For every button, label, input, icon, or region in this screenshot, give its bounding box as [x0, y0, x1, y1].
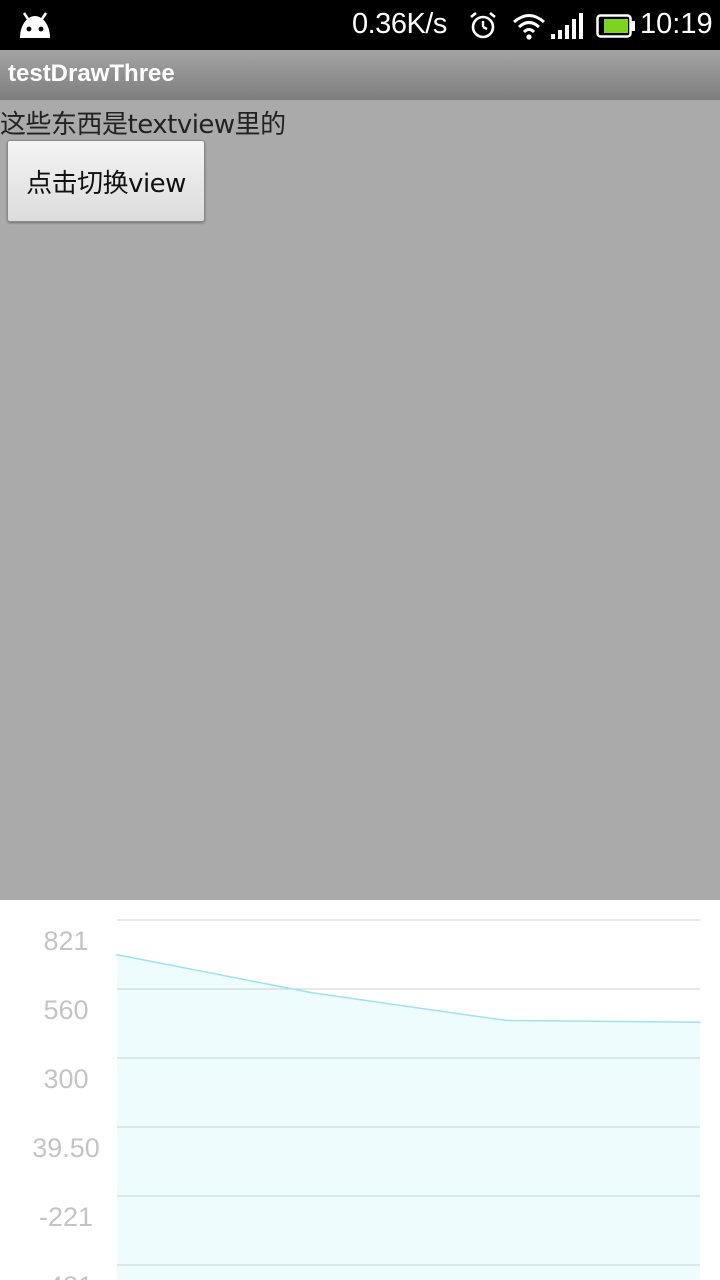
data-point	[504, 1019, 507, 1022]
battery-icon	[596, 14, 635, 38]
series-area	[117, 954, 700, 1280]
android-icon	[20, 12, 50, 38]
wifi-icon	[513, 14, 545, 40]
y-tick-label: 300	[43, 1064, 88, 1094]
signal-icon	[551, 13, 583, 39]
alarm-icon	[470, 11, 496, 39]
data-point	[116, 953, 118, 956]
data-point	[310, 991, 313, 994]
switch-view-button[interactable]: 点击切换view	[7, 140, 205, 222]
app-title: testDrawThree	[8, 60, 175, 87]
y-tick-label: 39.50	[32, 1133, 100, 1163]
status-bar: 0.36K/s 10:19	[0, 0, 720, 50]
y-tick-label: 821	[43, 926, 88, 956]
clock: 10:19	[640, 8, 713, 40]
y-tick-label: -481	[39, 1271, 93, 1280]
textview-label: 这些东西是textview里的	[0, 110, 286, 140]
network-speed: 0.36K/s	[352, 8, 447, 40]
chart-panel: 821 560 300 39.50 -221 -481	[0, 900, 720, 1280]
title-bar: testDrawThree	[0, 50, 720, 100]
y-tick-label: -221	[39, 1202, 93, 1232]
y-tick-label: 560	[43, 995, 88, 1025]
line-chart: 821 560 300 39.50 -221 -481	[32, 919, 701, 1280]
data-point	[699, 1021, 701, 1024]
